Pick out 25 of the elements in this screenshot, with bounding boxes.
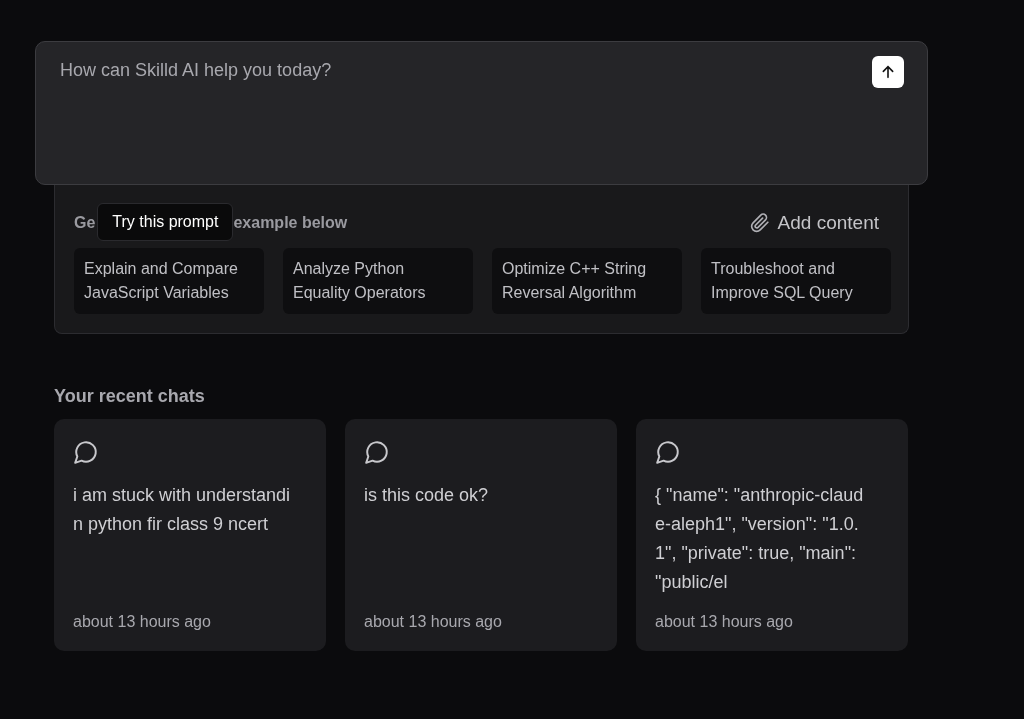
arrow-up-icon — [880, 64, 896, 80]
chat-preview: is this code ok? — [364, 484, 490, 507]
speech-bubble-icon — [655, 439, 681, 465]
prompt-suggestion[interactable]: Optimize C++ String Reversal Algorithm — [492, 248, 682, 314]
prompt-suggestion[interactable]: Analyze Python Equality Operators — [283, 248, 473, 314]
prompt-suggestion[interactable]: Explain and Compare JavaScript Variables — [74, 248, 264, 314]
section-heading: example below — [233, 214, 348, 232]
chat-card[interactable]: i am stuck with understandin python fir class 9 ncert about 13 hours ago — [54, 419, 326, 651]
prompt-suggestion[interactable]: Troubleshoot and Improve SQL Query — [701, 248, 891, 314]
chat-time: about 13 hours ago — [655, 613, 794, 631]
send-button[interactable] — [872, 56, 904, 88]
chat-card[interactable]: is this code ok? about 13 hours ago — [345, 419, 617, 651]
speech-bubble-icon — [364, 439, 390, 465]
chat-time: about 13 hours ago — [364, 613, 503, 631]
chat-card[interactable]: { "name": "anthropic-claude-aleph1", "version": "1.0.1", "private": true, "main": "public/el about 13 hours ago — [636, 419, 908, 651]
chat-preview: { "name": "anthropic-claude-aleph1", "version": "1.0.1", "private": true, "main": "public/el — [655, 484, 865, 594]
chat-preview: i am stuck with understandin python fir class 9 ncert — [73, 484, 291, 536]
speech-bubble-icon — [73, 439, 99, 465]
tooltip: Try this prompt — [97, 203, 234, 241]
add-content-button[interactable]: Add content — [749, 212, 889, 234]
chat-time: about 13 hours ago — [73, 613, 212, 631]
section-heading: Your recent chats — [54, 386, 206, 407]
prompt-field[interactable]: How can Skilld AI help you today? — [35, 41, 928, 185]
section-heading: Ge — [74, 214, 96, 232]
paperclip-icon — [749, 213, 770, 233]
